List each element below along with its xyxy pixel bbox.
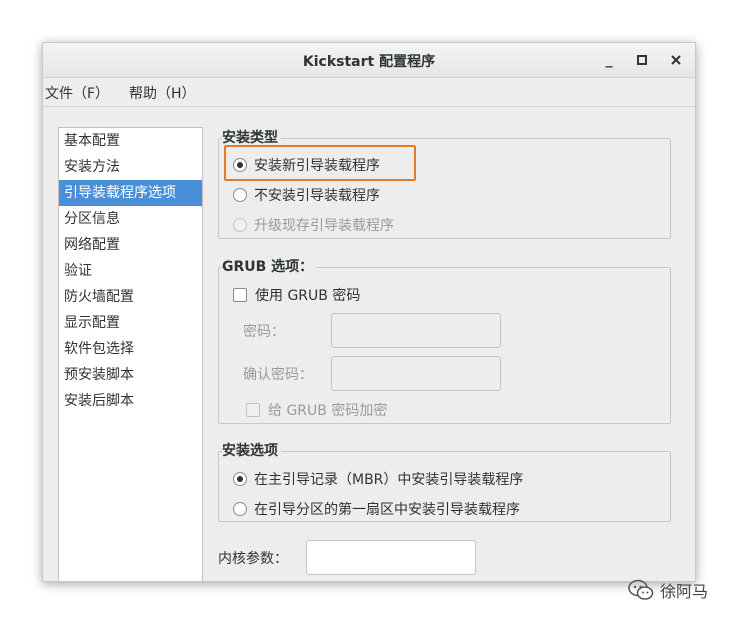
password-label: 密码：: [243, 324, 285, 340]
radio-install-mbr[interactable]: 在主引导记录（MBR）中安装引导装载程序: [233, 469, 523, 489]
radio-indicator: [233, 218, 247, 232]
watermark: 徐阿马: [628, 578, 708, 602]
install-type-legend: 安装类型: [222, 127, 281, 147]
sidebar-item-packages[interactable]: 软件包选择: [59, 336, 202, 362]
sidebar-item-partition[interactable]: 分区信息: [59, 206, 202, 232]
password-field[interactable]: [331, 313, 501, 348]
radio-label: 在主引导记录（MBR）中安装引导装载程序: [254, 472, 524, 488]
sidebar-item-bootloader[interactable]: 引导装载程序选项: [59, 180, 202, 206]
radio-no-install[interactable]: 不安装引导装载程序: [233, 185, 380, 205]
kernel-params-label: 内核参数：: [218, 551, 288, 567]
encrypt-grub-password-checkbox[interactable]: 给 GRUB 密码加密: [246, 400, 387, 420]
minimize-button[interactable]: _: [599, 50, 619, 70]
sidebar-item-install-method[interactable]: 安装方法: [59, 154, 202, 180]
checkbox-indicator: [233, 288, 247, 302]
title-bar[interactable]: Kickstart 配置程序 _: [43, 43, 695, 78]
menu-file[interactable]: 文件（F）: [45, 83, 109, 103]
close-icon: [671, 55, 681, 65]
watermark-text: 徐阿马: [660, 582, 709, 601]
wechat-icon: [628, 579, 654, 600]
maximize-button[interactable]: [632, 50, 652, 70]
bootloader-panel: 安装类型 安装新引导装载程序 不安装引导装载程序 升级现存引导装载程序 GRUB…: [218, 127, 678, 581]
radio-label: 升级现存引导装载程序: [254, 218, 394, 234]
sidebar-item-network[interactable]: 网络配置: [59, 232, 202, 258]
kickstart-window: Kickstart 配置程序 _ 文件（F） 帮助（H） 基本配置 安装方法 引…: [42, 42, 696, 582]
radio-upgrade[interactable]: 升级现存引导装载程序: [233, 215, 394, 235]
radio-indicator: [233, 158, 247, 172]
close-button[interactable]: [666, 50, 686, 70]
sidebar-item-display[interactable]: 显示配置: [59, 310, 202, 336]
install-options-legend: 安装选项: [222, 440, 281, 460]
radio-indicator: [233, 188, 247, 202]
radio-label: 在引导分区的第一扇区中安装引导装载程序: [254, 502, 520, 518]
checkbox-label: 给 GRUB 密码加密: [268, 403, 388, 419]
sidebar-item-post-script[interactable]: 安装后脚本: [59, 388, 202, 414]
radio-label: 不安装引导装载程序: [254, 188, 380, 204]
menu-help[interactable]: 帮助（H）: [129, 83, 196, 103]
grub-legend: GRUB 选项：: [222, 256, 317, 276]
menu-bar: 文件（F） 帮助（H）: [43, 78, 695, 107]
radio-install-boot-partition[interactable]: 在引导分区的第一扇区中安装引导装载程序: [233, 499, 520, 519]
radio-indicator: [233, 502, 247, 516]
confirm-password-label: 确认密码：: [243, 367, 313, 383]
radio-indicator: [233, 472, 247, 486]
use-grub-password-checkbox[interactable]: 使用 GRUB 密码: [233, 285, 360, 305]
radio-install-new[interactable]: 安装新引导装载程序: [233, 155, 380, 175]
window-title: Kickstart 配置程序: [302, 54, 436, 70]
sidebar-item-firewall[interactable]: 防火墙配置: [59, 284, 202, 310]
sidebar-item-pre-script[interactable]: 预安装脚本: [59, 362, 202, 388]
sidebar-item-basic[interactable]: 基本配置: [59, 128, 202, 154]
checkbox-label: 使用 GRUB 密码: [255, 288, 361, 304]
sidebar-item-auth[interactable]: 验证: [59, 258, 202, 284]
maximize-icon: [637, 55, 647, 65]
kernel-params-field[interactable]: [306, 540, 476, 575]
checkbox-indicator: [246, 403, 260, 417]
confirm-password-field[interactable]: [331, 356, 501, 391]
radio-label: 安装新引导装载程序: [254, 158, 380, 174]
category-list: 基本配置 安装方法 引导装载程序选项 分区信息 网络配置 验证 防火墙配置 显示…: [58, 127, 203, 581]
